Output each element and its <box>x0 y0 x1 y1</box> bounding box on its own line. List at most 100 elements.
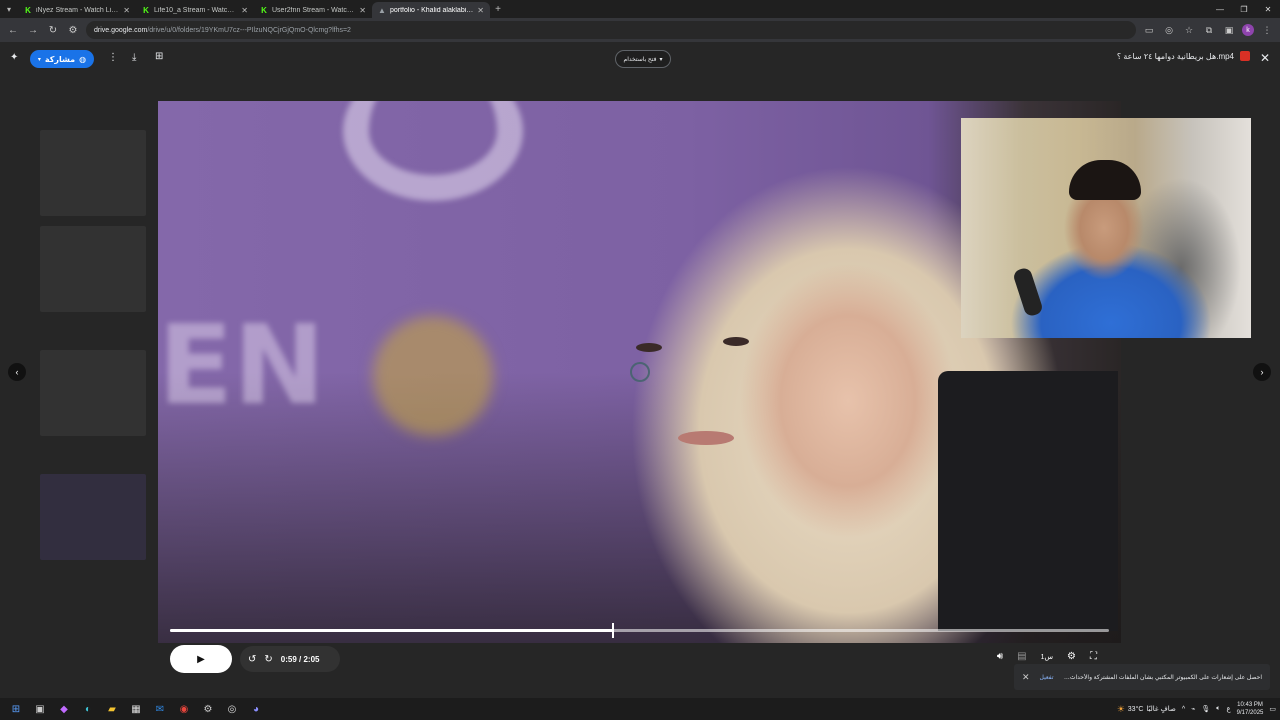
clock-date: 9/17/2025 <box>1236 710 1264 716</box>
kick-icon: K <box>261 5 267 15</box>
tab-close-icon[interactable]: ✕ <box>241 6 248 15</box>
toast-message: احصل على إشعارات على الكمبيوتر المكتبي ب… <box>1063 674 1262 681</box>
close-window-icon[interactable]: ✕ <box>1256 5 1280 14</box>
globe-icon: ◍ <box>79 54 87 64</box>
lips <box>678 431 734 445</box>
tab-close-icon[interactable]: ✕ <box>477 6 484 15</box>
language-indicator[interactable]: ع <box>1226 705 1230 713</box>
rewind-10-icon[interactable]: ↺ <box>248 654 256 665</box>
window-controls: — ❐ ✕ <box>1208 5 1280 14</box>
tab-3[interactable]: K User2fnn Stream - Watch Live o ✕ <box>254 2 372 18</box>
discord-icon[interactable]: ◕ <box>244 698 268 720</box>
back-icon[interactable]: ← <box>6 25 20 36</box>
os-taskbar: ⊞ ▣ ◆ ◐ ▰ ▦ ✉ ◉ ⚙ ◎ ◕ ☀ 33°C صافٍ غالبًا… <box>0 698 1280 720</box>
seek-handle[interactable] <box>612 623 615 638</box>
temperature: 33°C <box>1127 705 1144 713</box>
loading-spinner-icon <box>630 362 650 382</box>
enable-notifications-button[interactable]: تفعيل <box>1040 674 1054 681</box>
weather-text: صافٍ غالبًا <box>1146 706 1176 713</box>
file-name: mp4.هل بريطانية دوامها ٢٤ ساعة ؟ <box>1116 51 1234 61</box>
store-icon[interactable]: ▦ <box>124 698 148 720</box>
outlook-icon[interactable]: ✉ <box>148 698 172 720</box>
volume-icon[interactable]: 🔊︎ <box>997 651 1003 662</box>
eye-left <box>636 343 662 352</box>
tab-1[interactable]: K iNyez Stream - Watch Live on K ✕ <box>18 2 136 18</box>
microphone-icon <box>1012 266 1044 318</box>
extension-kick-icon[interactable]: ▣ <box>1222 25 1236 36</box>
minimize-icon[interactable]: — <box>1208 5 1232 14</box>
next-file-button[interactable]: › <box>1253 363 1271 381</box>
play-button[interactable]: ▶ <box>170 645 232 673</box>
bookmark-star-icon[interactable]: ☆ <box>1182 25 1196 36</box>
network-icon[interactable]: ⌁ <box>1191 705 1195 713</box>
background-emblem-gold <box>373 316 493 436</box>
tab-search-icon[interactable]: ▾ <box>0 0 18 18</box>
address-toolbar: ← → ↻ ⚙ drive.google.com/drive/u/0/folde… <box>0 18 1280 42</box>
chevron-down-icon: ▾ <box>37 56 41 63</box>
microphone-tray-icon[interactable]: 🎙︎ <box>1201 705 1210 713</box>
time-display: 0:59 / 2:05 <box>280 654 320 664</box>
forward-icon[interactable]: → <box>26 25 40 36</box>
more-options-icon[interactable]: ⋮ <box>108 52 118 63</box>
tab-close-icon[interactable]: ✕ <box>123 6 130 15</box>
file-title: mp4.هل بريطانية دوامها ٢٤ ساعة ؟ <box>1117 51 1250 61</box>
reload-icon[interactable]: ↻ <box>46 25 60 36</box>
background-letters: EN <box>158 301 326 429</box>
edge-icon[interactable]: ◐ <box>76 698 100 720</box>
facecam-person-hair <box>1069 160 1141 200</box>
seek-bar[interactable] <box>170 623 1109 638</box>
download-icon[interactable]: ⤓ <box>132 52 136 63</box>
facecam-overlay <box>961 118 1251 338</box>
gemini-spark-icon[interactable]: ✦ <box>10 52 18 63</box>
windows-start-icon[interactable]: ⊞ <box>4 698 28 720</box>
tab-title: iNyez Stream - Watch Live on K <box>36 6 119 14</box>
weather-widget[interactable]: ☀ 33°C صافٍ غالبًا <box>1117 704 1176 715</box>
captions-icon[interactable]: ▤ <box>1017 651 1026 662</box>
restore-icon[interactable]: ❐ <box>1232 5 1256 14</box>
url-field[interactable]: drive.google.com/drive/u/0/folders/19YKm… <box>86 21 1136 39</box>
background-thumbnail <box>40 350 146 436</box>
tray-chevron-icon[interactable]: ^ <box>1182 706 1185 713</box>
add-comment-icon[interactable]: ⊞ <box>155 51 163 62</box>
close-icon[interactable]: ✕ <box>1022 672 1030 683</box>
previous-file-button[interactable]: ‹ <box>8 363 26 381</box>
profile-avatar[interactable]: k <box>1242 24 1254 36</box>
background-thumbnail <box>40 474 146 560</box>
tab-title: User2fnn Stream - Watch Live o <box>272 6 355 14</box>
background-thumbnail <box>40 226 146 312</box>
video-file-icon <box>1240 51 1250 61</box>
new-tab-button[interactable]: + <box>490 4 506 15</box>
background-emblem <box>343 101 523 201</box>
tab-strip: ▾ K iNyez Stream - Watch Live on K ✕ K L… <box>0 0 1280 18</box>
extensions-icon[interactable]: ⧉ <box>1202 25 1216 36</box>
task-view-icon[interactable]: ▣ <box>28 698 52 720</box>
settings-icon[interactable]: ⚙ <box>196 698 220 720</box>
playback-speed[interactable]: 1س <box>1041 653 1053 661</box>
share-button[interactable]: ▾ مشاركة ◍ <box>30 50 94 68</box>
tab-2[interactable]: K Life10_a Stream - Watch Live o ✕ <box>136 2 254 18</box>
chrome-icon[interactable]: ◉ <box>172 698 196 720</box>
fullscreen-icon[interactable]: ⛶ <box>1090 651 1097 662</box>
tab-close-icon[interactable]: ✕ <box>359 6 366 15</box>
settings-gear-icon[interactable]: ⚙ <box>1067 651 1076 662</box>
close-icon[interactable]: ✕ <box>1260 51 1270 65</box>
file-explorer-icon[interactable]: ▰ <box>100 698 124 720</box>
share-label: مشاركة <box>44 54 76 64</box>
clock[interactable]: 10:43 PM 9/17/2025 <box>1237 701 1264 717</box>
speaker-icon[interactable]: 🔈︎ <box>1216 705 1220 713</box>
forward-10-icon[interactable]: ↻ <box>264 654 272 665</box>
copilot-icon[interactable]: ◆ <box>52 698 76 720</box>
browser-menu-icon[interactable]: ⋮ <box>1260 25 1274 36</box>
tab-4-active[interactable]: ▲ portfolio - Khalid alaklabi - Go ✕ <box>372 2 490 18</box>
weather-sun-icon: ☀ <box>1116 703 1125 714</box>
tab-title: portfolio - Khalid alaklabi - Go <box>390 6 474 14</box>
site-info-icon[interactable]: ⚙ <box>66 25 80 36</box>
play-icon: ▶ <box>197 653 205 665</box>
drive-file-viewer: ✦ ▾ مشاركة ◍ ⋮ ⤓ ⊞ فتح باستخدام ▾ mp4.هل… <box>0 42 1280 698</box>
obs-icon[interactable]: ◎ <box>220 698 244 720</box>
notifications-icon[interactable]: ▭ <box>1269 705 1276 713</box>
open-with-button[interactable]: فتح باستخدام ▾ <box>615 50 671 68</box>
player-right-controls: 🔊︎ ▤ 1س ⚙ ⛶ <box>997 651 1097 662</box>
eye-off-icon[interactable]: ◎ <box>1162 25 1176 36</box>
cast-icon[interactable]: ▭ <box>1142 25 1156 36</box>
